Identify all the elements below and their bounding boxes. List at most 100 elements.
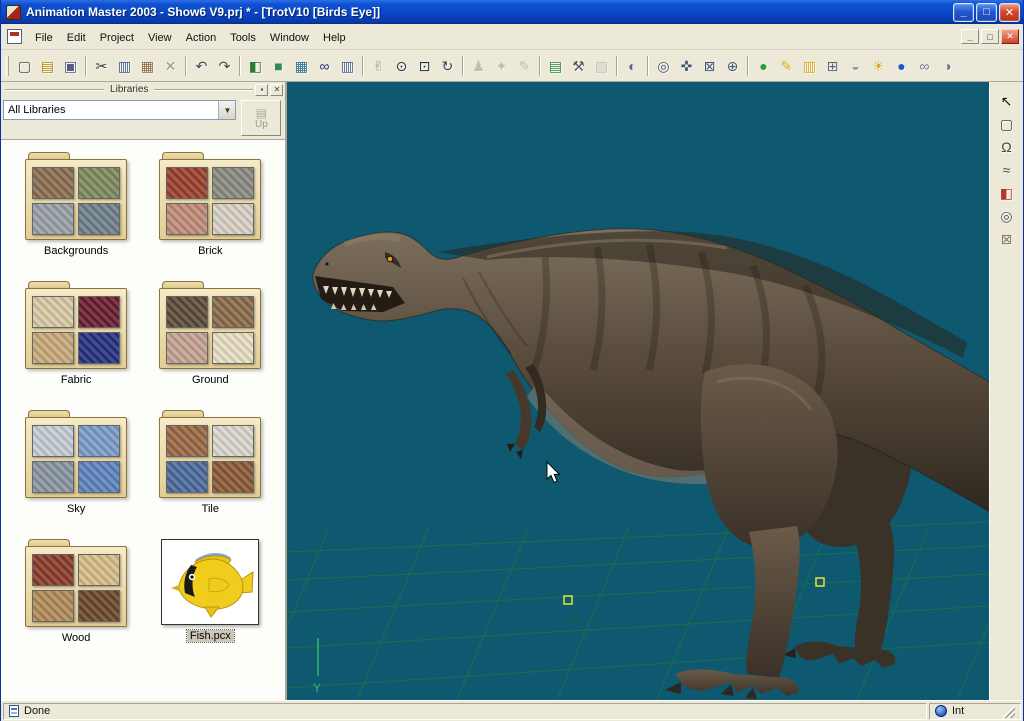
status-bar: Done Int xyxy=(1,700,1023,721)
texture-thumbnail xyxy=(32,332,74,364)
fish-image xyxy=(161,539,259,625)
library-item-label: Fabric xyxy=(58,374,95,386)
lasso-icon[interactable]: Ω xyxy=(995,136,1018,158)
mdi-minimize-button[interactable]: _ xyxy=(961,29,979,44)
texture-thumbnail xyxy=(78,425,120,457)
toolbar-separator xyxy=(539,56,541,76)
move-icon[interactable]: ✜ xyxy=(675,55,698,77)
model-mode-icon[interactable]: ◧ xyxy=(244,55,267,77)
copy-icon[interactable]: ▥ xyxy=(113,55,136,77)
zoom-icon[interactable]: ⊙ xyxy=(390,55,413,77)
tools-icon[interactable]: ⚒ xyxy=(567,55,590,77)
viewport-canvas[interactable]: Y xyxy=(287,82,989,700)
panel-close-button[interactable]: ✕ xyxy=(270,84,283,96)
selection-handle[interactable] xyxy=(564,596,572,604)
menu-item-help[interactable]: Help xyxy=(316,28,353,48)
menu-item-action[interactable]: Action xyxy=(179,28,224,48)
mdi-restore-button[interactable]: □ xyxy=(981,29,999,44)
binoculars-icon[interactable]: ∞ xyxy=(313,55,336,77)
toolbar-separator xyxy=(462,56,464,76)
target-icon[interactable]: ◎ xyxy=(652,55,675,77)
toolbar-grip[interactable] xyxy=(6,56,9,76)
select-arrow-icon[interactable]: ↖ xyxy=(995,90,1018,112)
application-window: Animation Master 2003 - Show6 V9.prj * -… xyxy=(0,0,1024,721)
maximize-button[interactable]: □ xyxy=(976,3,997,22)
texture-thumbnail xyxy=(32,461,74,493)
open-icon[interactable]: ▤ xyxy=(36,55,59,77)
menu-item-edit[interactable]: Edit xyxy=(60,28,93,48)
zoom-region-icon[interactable]: ⊡ xyxy=(413,55,436,77)
skeleton-icon[interactable]: ♟ xyxy=(467,55,490,77)
library-file-fish[interactable]: Fish.pcx xyxy=(143,539,277,644)
library-folder-brick[interactable]: Brick xyxy=(143,152,277,257)
menu-items: FileEditProjectViewActionToolsWindowHelp xyxy=(28,28,353,46)
film-icon[interactable]: ▨ xyxy=(590,55,613,77)
menu-item-view[interactable]: View xyxy=(141,28,179,48)
rotate-ring-icon[interactable]: ◎ xyxy=(995,205,1018,227)
turn-view-icon[interactable]: ↻ xyxy=(436,55,459,77)
wireframe-mode-icon[interactable]: ▦ xyxy=(290,55,313,77)
texture-thumbnail xyxy=(32,425,74,457)
redo-icon[interactable]: ↷ xyxy=(213,55,236,77)
lamp-icon[interactable]: ☀ xyxy=(867,55,890,77)
shaded-mode-icon[interactable]: ■ xyxy=(267,55,290,77)
spline-select-icon[interactable]: ≈ xyxy=(995,159,1018,181)
render-icon[interactable]: ◐ xyxy=(621,55,644,77)
muscle-icon[interactable]: ✦ xyxy=(490,55,513,77)
library-item-label: Sky xyxy=(64,503,88,515)
resize-grip[interactable] xyxy=(1002,705,1015,718)
lock-icon[interactable]: ⊠ xyxy=(995,228,1018,250)
mdi-close-button[interactable]: ✕ xyxy=(1001,29,1019,44)
magnet-icon[interactable]: ◒ xyxy=(844,55,867,77)
selection-handle[interactable] xyxy=(816,578,824,586)
close-button[interactable]: ✕ xyxy=(999,3,1020,22)
menu-item-project[interactable]: Project xyxy=(93,28,141,48)
world-icon[interactable]: ● xyxy=(890,55,913,77)
up-button[interactable]: ▤ Up xyxy=(241,100,281,136)
chevron-down-icon[interactable]: ▼ xyxy=(218,101,235,119)
scale-icon[interactable]: ⊠ xyxy=(698,55,721,77)
minimize-button[interactable]: _ xyxy=(953,3,974,22)
folder-icon xyxy=(25,152,127,240)
menu-item-window[interactable]: Window xyxy=(263,28,316,48)
menu-bar: FileEditProjectViewActionToolsWindowHelp… xyxy=(1,24,1023,50)
texture-thumbnail xyxy=(212,461,254,493)
library-filter-dropdown[interactable]: All Libraries ▼ xyxy=(3,100,236,120)
library-item-label: Tile xyxy=(199,503,222,515)
render-sphere-icon[interactable]: ● xyxy=(752,55,775,77)
library-folder-sky[interactable]: Sky xyxy=(9,410,143,515)
new-icon[interactable]: ▢ xyxy=(13,55,36,77)
chart-icon[interactable]: ▥ xyxy=(336,55,359,77)
library-import-icon[interactable]: ▤ xyxy=(544,55,567,77)
grid-snap-icon[interactable]: ⊞ xyxy=(821,55,844,77)
library-folder-wood[interactable]: Wood xyxy=(9,539,143,644)
library-folder-ground[interactable]: Ground xyxy=(143,281,277,386)
paint-icon[interactable]: ◧ xyxy=(995,182,1018,204)
panel-pin-button[interactable]: ▪ xyxy=(255,84,268,96)
library-folder-tile[interactable]: Tile xyxy=(143,410,277,515)
globe-icon xyxy=(935,705,947,717)
document-icon[interactable] xyxy=(7,29,22,44)
library-folder-fabric[interactable]: Fabric xyxy=(9,281,143,386)
pan-hand-icon[interactable]: ✌ xyxy=(367,55,390,77)
menu-item-tools[interactable]: Tools xyxy=(223,28,263,48)
folder-icon xyxy=(25,410,127,498)
undo-icon[interactable]: ↶ xyxy=(190,55,213,77)
delete-icon[interactable]: ✕ xyxy=(159,55,182,77)
marquee-icon[interactable]: ▢ xyxy=(995,113,1018,135)
texture-thumbnail xyxy=(78,554,120,586)
save-icon[interactable]: ▣ xyxy=(59,55,82,77)
texture-thumbnail xyxy=(78,590,120,622)
paste-icon[interactable]: ▦ xyxy=(136,55,159,77)
cut-icon[interactable]: ✂ xyxy=(90,55,113,77)
columns-icon[interactable]: ▥ xyxy=(798,55,821,77)
pencil-yellow-icon[interactable]: ✎ xyxy=(775,55,798,77)
library-item-label: Ground xyxy=(189,374,232,386)
link-icon[interactable]: ∞ xyxy=(913,55,936,77)
menu-item-file[interactable]: File xyxy=(28,28,60,48)
pencil-icon[interactable]: ✎ xyxy=(513,55,536,77)
library-folder-backgrounds[interactable]: Backgrounds xyxy=(9,152,143,257)
texture-thumbnail xyxy=(32,554,74,586)
globe-grid-icon[interactable]: ⊕ xyxy=(721,55,744,77)
mirror-icon[interactable]: ◑ xyxy=(936,55,959,77)
